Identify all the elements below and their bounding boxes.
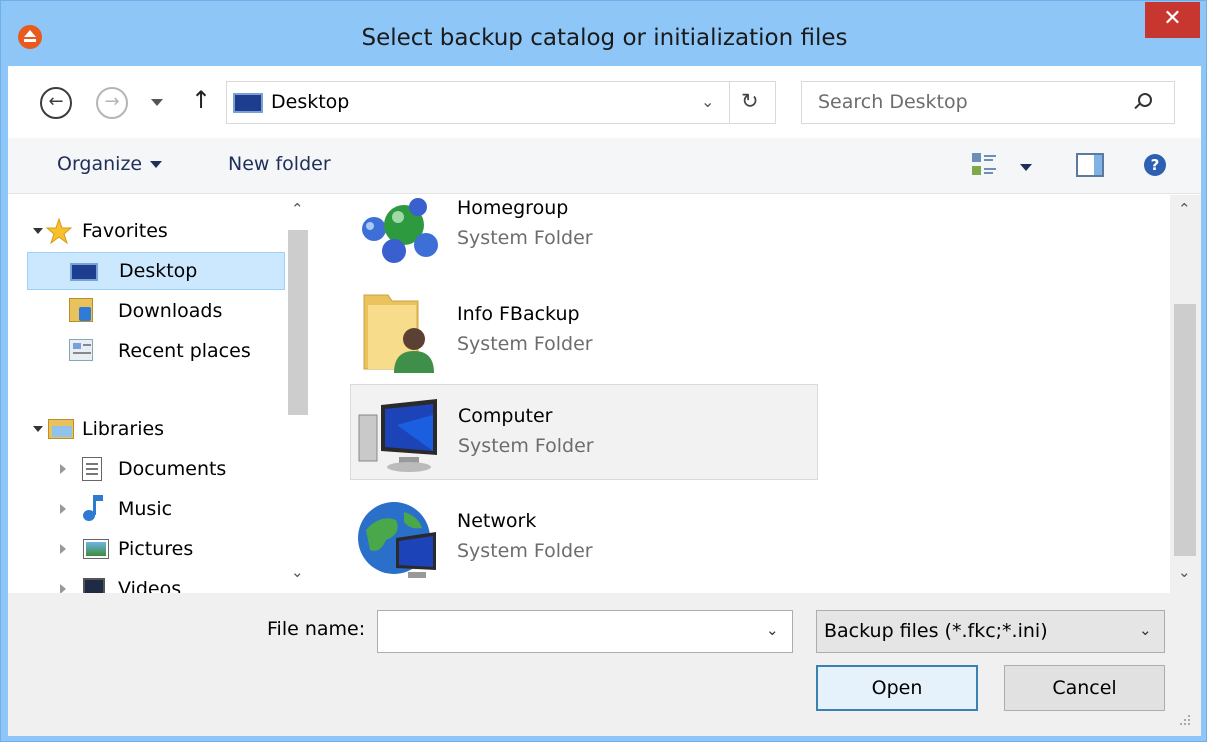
- nav-scroll-up-icon[interactable]: ⌃: [291, 200, 304, 218]
- file-name: Info FBackup: [457, 303, 580, 325]
- sidebar-item-label: Pictures: [118, 538, 194, 560]
- expand-arrow-icon[interactable]: [60, 544, 66, 554]
- search-icon[interactable]: [1138, 93, 1152, 107]
- dialog-title: Select backup catalog or initialization …: [361, 25, 848, 51]
- file-name: Homegroup: [457, 197, 569, 219]
- sidebar-item-downloads[interactable]: Downloads: [27, 292, 285, 330]
- address-row: ← → ↑ Desktop ⌄ ↻ Search Desktop: [8, 66, 1201, 138]
- organize-menu-button[interactable]: Organize: [57, 153, 163, 175]
- address-divider: [729, 82, 730, 123]
- change-view-icon[interactable]: [972, 153, 996, 177]
- resize-grip-icon[interactable]: [1180, 715, 1192, 727]
- documents-icon: [82, 457, 102, 481]
- music-icon: [83, 495, 107, 523]
- desktop-icon: [70, 263, 98, 281]
- file-type: System Folder: [457, 333, 593, 355]
- organize-label: Organize: [57, 153, 143, 175]
- sidebar-item-desktop[interactable]: Desktop: [27, 252, 285, 290]
- sidebar-item-documents[interactable]: Documents: [27, 450, 285, 488]
- file-name: Network: [457, 510, 537, 532]
- dialog-window: Select backup catalog or initialization …: [0, 0, 1207, 742]
- file-name-input[interactable]: ⌄: [377, 610, 793, 653]
- network-icon: [358, 502, 436, 578]
- favorites-label: Favorites: [82, 220, 168, 242]
- recent-places-icon: [69, 339, 93, 361]
- title-bar[interactable]: Select backup catalog or initialization …: [1, 1, 1207, 65]
- file-list-scroll-thumb[interactable]: [1174, 304, 1196, 556]
- file-item-info-fbackup[interactable]: Info FBackup System Folder: [350, 279, 818, 375]
- recent-locations-dropdown[interactable]: [151, 99, 163, 106]
- address-bar[interactable]: Desktop ⌄ ↻: [226, 81, 776, 124]
- videos-icon: [83, 578, 105, 593]
- forward-button[interactable]: →: [96, 87, 128, 119]
- file-name-dropdown-icon[interactable]: ⌄: [766, 621, 779, 639]
- downloads-icon: [69, 298, 93, 322]
- refresh-icon[interactable]: ↻: [741, 89, 759, 113]
- filter-dropdown-icon[interactable]: ⌄: [1139, 621, 1152, 639]
- nav-pane-scroll-thumb[interactable]: [288, 230, 308, 415]
- nav-group-libraries[interactable]: Libraries: [8, 410, 278, 448]
- file-name: Computer: [458, 405, 553, 427]
- sidebar-item-label: Videos: [118, 578, 182, 593]
- back-button[interactable]: ←: [40, 87, 72, 119]
- file-item-computer[interactable]: Computer System Folder: [350, 384, 818, 480]
- desktop-icon: [233, 93, 263, 113]
- sidebar-item-label: Downloads: [118, 300, 223, 322]
- file-type-filter-select[interactable]: Backup files (*.fkc;*.ini) ⌄: [816, 610, 1165, 653]
- file-type: System Folder: [457, 227, 593, 249]
- up-arrow-icon[interactable]: ↑: [191, 86, 211, 114]
- dialog-client-area: ← → ↑ Desktop ⌄ ↻ Search Desktop Organiz…: [8, 66, 1201, 736]
- user-folder-icon: [363, 294, 434, 373]
- cancel-button[interactable]: Cancel: [1004, 665, 1165, 711]
- preview-pane-icon[interactable]: [1076, 153, 1104, 177]
- sidebar-item-pictures[interactable]: Pictures: [27, 530, 285, 568]
- expand-arrow-icon[interactable]: [60, 584, 66, 593]
- file-scroll-down-icon[interactable]: ⌄: [1178, 563, 1191, 581]
- file-scroll-up-icon[interactable]: ⌃: [1178, 200, 1191, 218]
- close-button[interactable]: ✕: [1145, 2, 1200, 38]
- address-chevron-icon[interactable]: ⌄: [701, 92, 714, 111]
- help-icon[interactable]: ?: [1144, 154, 1166, 176]
- organize-caret-icon: [150, 161, 163, 168]
- file-type: System Folder: [458, 435, 594, 457]
- sidebar-item-recent-places[interactable]: Recent places: [27, 332, 285, 370]
- homegroup-icon: [362, 198, 438, 263]
- expand-arrow-icon[interactable]: [60, 504, 66, 514]
- search-placeholder: Search Desktop: [818, 91, 968, 113]
- expand-arrow-icon[interactable]: [60, 464, 66, 474]
- sidebar-item-label: Documents: [118, 458, 227, 480]
- expand-arrow-icon[interactable]: [33, 228, 43, 234]
- navigation-pane: Favorites Desktop Downloads Recent place…: [8, 195, 310, 593]
- star-icon: [46, 218, 72, 244]
- sidebar-item-videos[interactable]: Videos: [27, 570, 285, 593]
- pictures-icon: [83, 539, 109, 559]
- address-location[interactable]: Desktop: [271, 91, 349, 113]
- file-item-homegroup[interactable]: Homegroup System Folder: [350, 195, 818, 269]
- nav-scroll-down-icon[interactable]: ⌄: [291, 563, 304, 581]
- file-list: Homegroup System Folder Info FBackup Sys…: [318, 195, 1171, 593]
- file-type-filter-value: Backup files (*.fkc;*.ini): [824, 620, 1048, 642]
- libraries-label: Libraries: [82, 418, 165, 440]
- open-button[interactable]: Open: [816, 665, 978, 711]
- libraries-icon: [48, 419, 74, 439]
- sidebar-item-label: Recent places: [118, 340, 251, 362]
- file-name-panel: File name: ⌄ Backup files (*.fkc;*.ini) …: [8, 593, 1201, 736]
- sidebar-item-label: Desktop: [119, 260, 198, 282]
- expand-arrow-icon[interactable]: [33, 426, 43, 432]
- file-type: System Folder: [457, 540, 593, 562]
- command-toolbar: Organize New folder ?: [8, 138, 1201, 194]
- search-input[interactable]: Search Desktop: [801, 81, 1175, 124]
- computer-icon: [358, 399, 437, 472]
- file-name-label: File name:: [267, 618, 366, 640]
- nav-group-favorites[interactable]: Favorites: [8, 212, 278, 250]
- new-folder-button[interactable]: New folder: [228, 153, 331, 175]
- view-options-caret-icon[interactable]: [1020, 164, 1032, 171]
- sidebar-item-music[interactable]: Music: [27, 490, 285, 528]
- file-item-network[interactable]: Network System Folder: [350, 488, 818, 584]
- sidebar-item-label: Music: [118, 498, 173, 520]
